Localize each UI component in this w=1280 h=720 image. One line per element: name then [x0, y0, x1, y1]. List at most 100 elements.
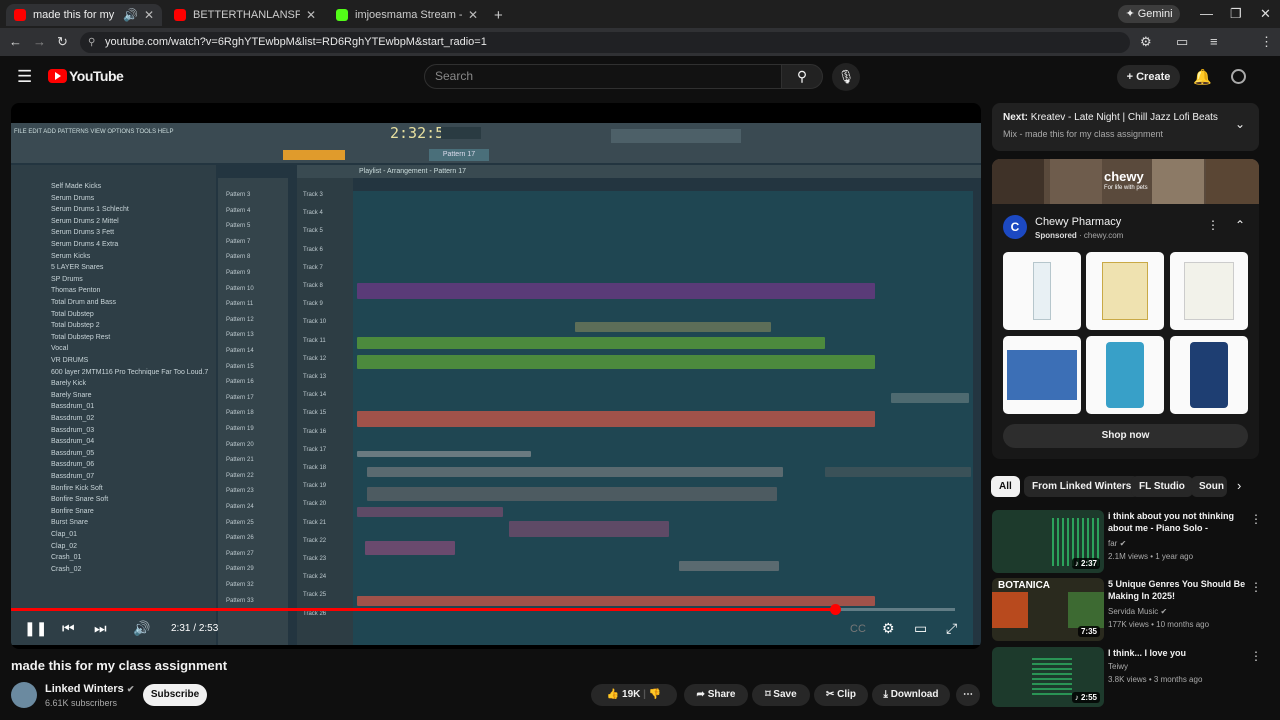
rec-more-icon[interactable]: ⋮: [1250, 649, 1262, 663]
minimize-icon[interactable]: —: [1200, 6, 1213, 21]
dog-photo-2: [1206, 159, 1259, 204]
captions-icon[interactable]: CC: [850, 623, 866, 635]
create-button[interactable]: + Create: [1117, 65, 1180, 89]
chip-sound[interactable]: Soun: [1191, 476, 1227, 497]
chewy-avatar-icon[interactable]: C: [1003, 215, 1027, 239]
rec-title-1[interactable]: i think about you not thinking about me …: [1108, 510, 1248, 534]
daw-pattern-item: Pattern 27: [226, 550, 254, 557]
volume-icon[interactable]: 🔊: [133, 620, 150, 637]
pause-icon[interactable]: ❚❚: [24, 620, 47, 637]
clip-green-2: [357, 355, 875, 369]
hamburger-menu-icon[interactable]: ☰: [17, 67, 32, 87]
back-icon[interactable]: ←: [9, 34, 22, 49]
rec-channel-2[interactable]: Servida Music ✔: [1108, 607, 1167, 616]
rec-channel-1[interactable]: far ✔: [1108, 539, 1126, 548]
download-button[interactable]: ⤓ Download: [872, 684, 950, 706]
next-up-panel[interactable]: Next: Kreatev - Late Night | Chill Jazz …: [992, 103, 1259, 151]
rec-title-3[interactable]: I think... I love you: [1108, 647, 1248, 659]
revolution-box-image: [1007, 350, 1077, 400]
rec-thumbnail-3[interactable]: ♪ 2:55: [992, 647, 1104, 707]
like-button[interactable]: 👍 19K: [607, 689, 641, 700]
share-button[interactable]: ➦ Share: [684, 684, 748, 706]
dislike-button[interactable]: 👎: [649, 689, 661, 700]
browser-menu-icon[interactable]: ⋮: [1260, 34, 1273, 50]
daw-pattern-item: Pattern 7: [226, 238, 251, 245]
shop-now-button[interactable]: Shop now: [1003, 424, 1248, 448]
daw-pattern-item: Pattern 20: [226, 441, 254, 448]
restore-icon[interactable]: ❐: [1230, 6, 1242, 22]
more-actions-button[interactable]: ⋯: [956, 684, 980, 706]
daw-track-item: Track 5: [303, 228, 323, 235]
cast-icon[interactable]: ▭: [1176, 34, 1188, 50]
voice-search-button[interactable]: 🎙: [832, 63, 860, 91]
new-tab-button[interactable]: +: [486, 4, 506, 26]
rec-channel-3[interactable]: Teiwy: [1108, 662, 1128, 671]
rec-thumbnail-1[interactable]: ♪ 2:37: [992, 510, 1104, 573]
extensions-icon[interactable]: ⚙: [1140, 34, 1152, 50]
site-info-icon[interactable]: ⚲: [88, 32, 95, 53]
chip-all[interactable]: All: [991, 476, 1020, 497]
product-apoquel[interactable]: [1086, 336, 1164, 414]
chip-fl-studio[interactable]: FL Studio: [1131, 476, 1193, 497]
product-pill-bottle[interactable]: [1170, 336, 1248, 414]
chips-next-icon[interactable]: ›: [1237, 478, 1241, 493]
search-input[interactable]: Search: [424, 64, 782, 89]
rec-thumbnail-2[interactable]: BOTANICA 7:35: [992, 578, 1104, 641]
chip-from-channel[interactable]: From Linked Winters: [1024, 476, 1140, 497]
fullscreen-icon[interactable]: ⤢: [946, 620, 957, 637]
product-ear-cleaner[interactable]: [1003, 252, 1081, 330]
subscribe-button[interactable]: Subscribe: [143, 684, 207, 706]
daw-browser-panel: Self Made Kicks Serum Drums Serum Drums 1 …: [11, 165, 216, 645]
youtube-favicon-icon: [14, 9, 26, 21]
product-ointment[interactable]: [1086, 252, 1164, 330]
chevron-down-icon[interactable]: ⌄: [1235, 117, 1245, 131]
close-tab-icon[interactable]: ✕: [468, 8, 478, 22]
daw-browser-item: Serum Drums: [51, 194, 95, 202]
gemini-button[interactable]: ✦ Gemini: [1118, 5, 1180, 23]
daw-browser-item: Crash_01: [51, 554, 82, 562]
rec-more-icon[interactable]: ⋮: [1250, 512, 1262, 526]
close-tab-icon[interactable]: ✕: [306, 8, 316, 22]
theater-mode-icon[interactable]: ▭: [914, 620, 927, 637]
notifications-bell-icon[interactable]: 🔔: [1193, 68, 1212, 86]
tab-kick[interactable]: imjoesmama Stream - Kick Das ✕: [328, 4, 486, 26]
settings-gear-icon[interactable]: ⚙: [882, 620, 895, 637]
youtube-logo-text[interactable]: YouTube: [69, 68, 124, 84]
video-player[interactable]: FILE EDIT ADD PATTERNS VIEW OPTIONS TOOL…: [11, 103, 981, 649]
speaker-icon[interactable]: 🔊: [123, 8, 138, 22]
daw-track-item: Track 3: [303, 192, 323, 198]
address-bar[interactable]: ⚲ youtube.com/watch?v=6RghYTEwbpM&list=R…: [80, 32, 1130, 53]
daw-toolbar: FILE EDIT ADD PATTERNS VIEW OPTIONS TOOL…: [11, 123, 981, 163]
youtube-logo-icon[interactable]: [48, 69, 67, 83]
daw-pattern-item: Pattern 16: [226, 379, 254, 386]
forward-icon[interactable]: →: [33, 34, 46, 49]
sponsored-ad[interactable]: chewy For life with pets C Chewy Pharmac…: [992, 159, 1259, 459]
close-tab-icon[interactable]: ✕: [144, 8, 154, 22]
ad-more-icon[interactable]: ⋮: [1207, 218, 1219, 232]
advertiser-name[interactable]: Chewy Pharmacy: [1035, 216, 1121, 228]
daw-track-item: Track 23: [303, 556, 327, 562]
product-revolution[interactable]: [1003, 336, 1081, 414]
previous-icon[interactable]: ⏮: [62, 620, 75, 637]
tab-youtube-current[interactable]: made this for my class assig 🔊 ✕: [6, 4, 162, 26]
ad-banner-image[interactable]: chewy For life with pets: [992, 159, 1259, 204]
clip-button[interactable]: ✂ Clip: [814, 684, 868, 706]
rec-title-2[interactable]: 5 Unique Genres You Should Be Making In …: [1108, 578, 1248, 602]
daw-browser-item: Serum Drums 2 Mittel: [51, 217, 119, 225]
daw-pattern-item: Pattern 21: [226, 457, 254, 464]
tab-youtube-2[interactable]: BETTERTHANLANSFORD - YouT ✕: [166, 4, 324, 26]
chevron-up-icon[interactable]: ⌃: [1235, 218, 1245, 232]
reading-list-icon[interactable]: ≡: [1210, 34, 1218, 49]
close-window-icon[interactable]: ✕: [1260, 6, 1271, 22]
save-button[interactable]: ⌑ Save: [752, 684, 810, 706]
daw-pattern-item: Pattern 33: [226, 597, 254, 604]
product-eye-drops[interactable]: [1170, 252, 1248, 330]
progress-scrubber[interactable]: [829, 604, 841, 615]
channel-avatar[interactable]: [11, 682, 37, 708]
next-icon[interactable]: ⏭: [94, 620, 107, 637]
search-button[interactable]: ⚲: [781, 64, 823, 89]
account-avatar[interactable]: [1231, 69, 1246, 84]
channel-name[interactable]: Linked Winters ✔: [45, 683, 134, 695]
rec-more-icon[interactable]: ⋮: [1250, 580, 1262, 594]
reload-icon[interactable]: ↻: [57, 34, 68, 50]
